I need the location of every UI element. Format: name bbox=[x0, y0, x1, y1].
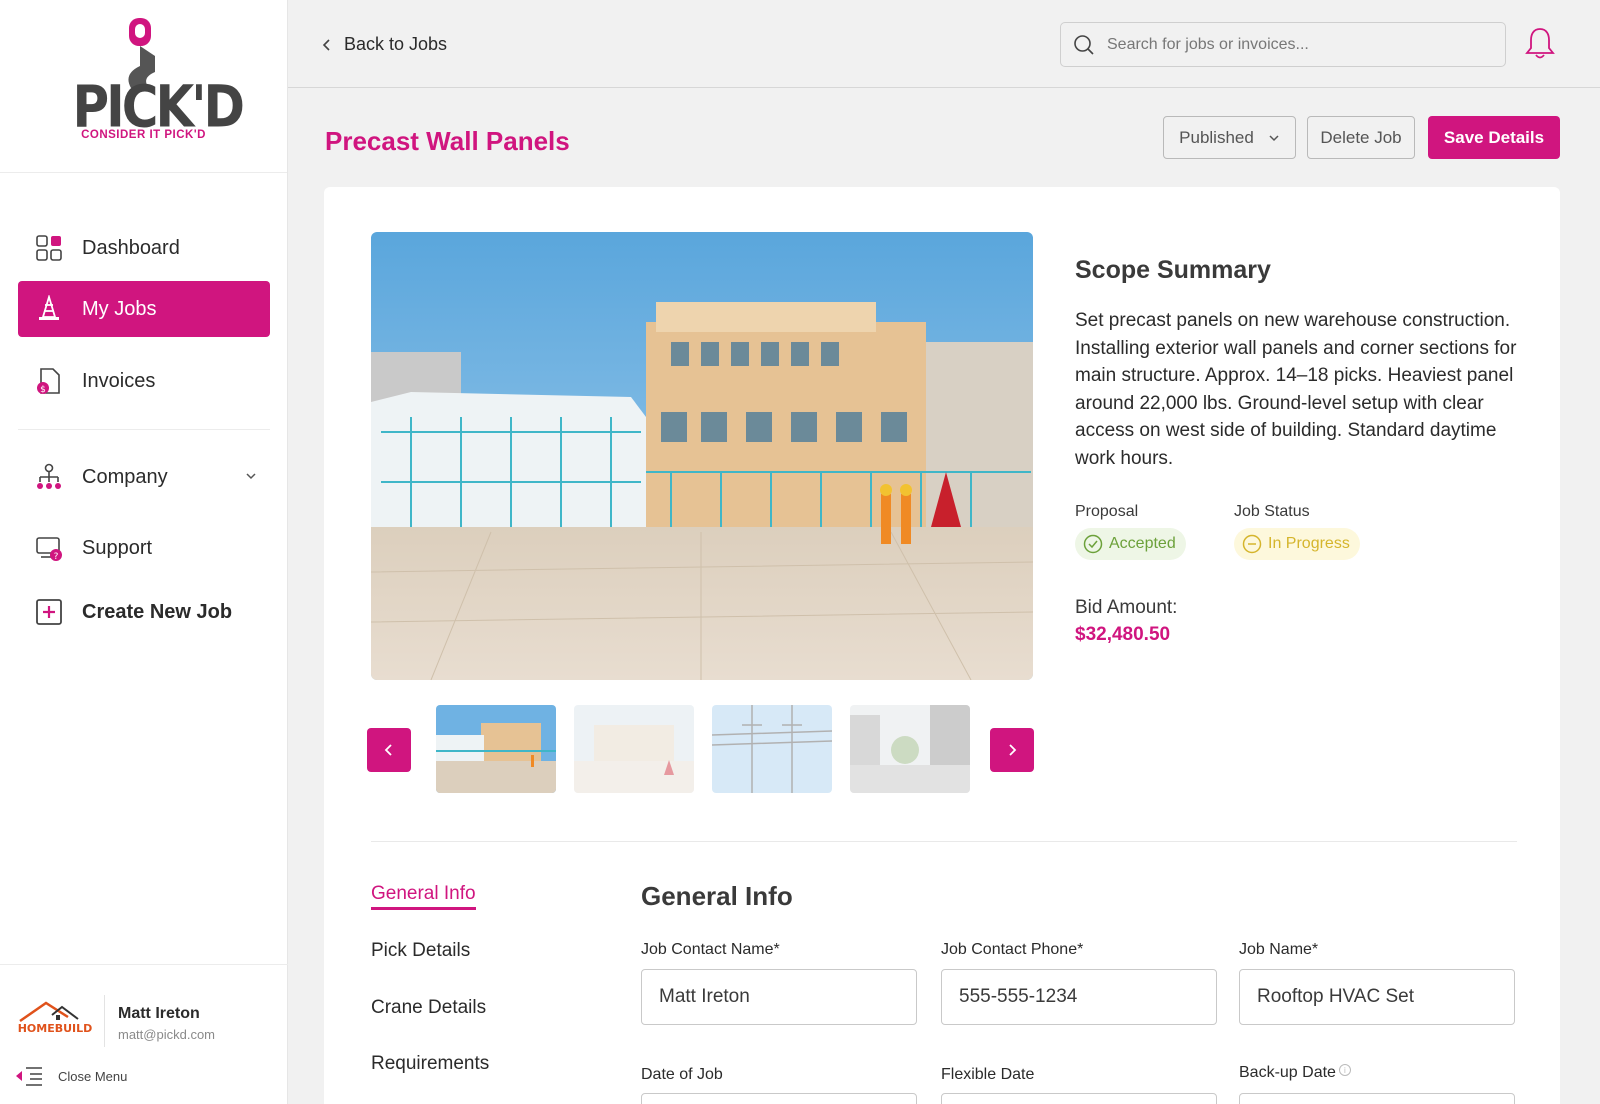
flexible-date-field[interactable] bbox=[941, 1093, 1217, 1104]
in-progress-icon bbox=[1242, 534, 1262, 554]
job-photo-main bbox=[371, 232, 1033, 680]
gallery-prev-button[interactable] bbox=[367, 728, 411, 772]
svg-text:$: $ bbox=[40, 385, 46, 395]
gallery-thumbnail[interactable] bbox=[574, 705, 694, 793]
chevron-down-icon[interactable] bbox=[244, 469, 258, 483]
flexible-date-label: Flexible Date bbox=[941, 1066, 1035, 1083]
chevron-left-icon bbox=[384, 744, 392, 756]
collapse-menu-icon bbox=[16, 1067, 42, 1086]
chevron-down-icon bbox=[1269, 134, 1279, 141]
chevron-left-icon bbox=[322, 38, 330, 51]
logo-tagline: CONSIDER IT PICK'D bbox=[81, 129, 206, 141]
job-contact-name-field[interactable] bbox=[641, 969, 917, 1025]
bid-amount-value: $32,480.50 bbox=[1075, 624, 1171, 645]
sidebar-item-dashboard[interactable]: Dashboard bbox=[18, 220, 270, 276]
proposal-label: Proposal bbox=[1075, 503, 1139, 520]
pickd-logo[interactable]: PICK'D CONSIDER IT PICK'D bbox=[69, 16, 245, 156]
general-info-title: General Info bbox=[641, 881, 793, 911]
backup-date-label-wrap: Back-up Date i bbox=[1239, 1064, 1351, 1082]
user-divider bbox=[104, 995, 105, 1047]
sidebar-item-create-new-job[interactable]: Create New Job bbox=[18, 584, 270, 640]
section-nav-crane-details[interactable]: Crane Details bbox=[371, 997, 486, 1019]
backup-date-field[interactable] bbox=[1239, 1093, 1515, 1104]
search-icon bbox=[1074, 34, 1094, 55]
save-details-button[interactable]: Save Details bbox=[1428, 116, 1560, 159]
publish-status-select[interactable]: Published bbox=[1163, 116, 1296, 159]
section-nav-pick-details[interactable]: Pick Details bbox=[371, 940, 470, 962]
user-name: Matt Ireton bbox=[118, 1005, 200, 1022]
sidebar-item-support[interactable]: ? Support bbox=[18, 520, 270, 576]
sidebar-item-label: Support bbox=[82, 536, 153, 559]
job-name-label: Job Name* bbox=[1239, 941, 1319, 958]
back-to-jobs-link[interactable]: Back to Jobs bbox=[322, 34, 447, 55]
job-contact-phone-field[interactable] bbox=[941, 969, 1217, 1025]
support-icon: ? bbox=[35, 534, 63, 562]
gallery-thumbnail[interactable] bbox=[436, 705, 556, 793]
top-bar: Back to Jobs bbox=[288, 0, 1600, 88]
dashboard-icon bbox=[35, 234, 63, 262]
sidebar-item-label: Create New Job bbox=[82, 600, 233, 623]
search-box[interactable] bbox=[1060, 22, 1506, 67]
info-icon[interactable]: i bbox=[1338, 1064, 1351, 1076]
gallery-thumbnail[interactable] bbox=[850, 705, 970, 793]
user-profile: HOMEBUILD Matt Ireton matt@pickd.com Clo… bbox=[0, 964, 288, 1104]
org-chart-icon bbox=[35, 463, 63, 491]
sidebar: PICK'D CONSIDER IT PICK'D Dashboard My J… bbox=[0, 0, 288, 1104]
job-contact-phone-label: Job Contact Phone* bbox=[941, 941, 1084, 958]
sidebar-divider bbox=[18, 429, 270, 430]
plus-square-icon bbox=[35, 598, 63, 626]
logo-area: PICK'D CONSIDER IT PICK'D bbox=[0, 0, 287, 173]
bid-amount-label: Bid Amount: bbox=[1075, 597, 1178, 618]
gallery-next-button[interactable] bbox=[990, 728, 1034, 772]
publish-status-value: Published bbox=[1179, 127, 1254, 147]
backup-date-label: Back-up Date bbox=[1239, 1064, 1336, 1081]
job-status-badge: In Progress bbox=[1234, 528, 1360, 560]
sidebar-item-company[interactable]: Company bbox=[18, 449, 270, 505]
page-title: Precast Wall Panels bbox=[325, 126, 570, 156]
user-email: matt@pickd.com bbox=[118, 1027, 215, 1042]
job-detail-card: Scope Summary Set precast panels on new … bbox=[324, 187, 1560, 1104]
close-menu-button[interactable]: Close Menu bbox=[16, 1065, 127, 1087]
scope-summary-text: Set precast panels on new warehouse cons… bbox=[1075, 310, 1517, 469]
sidebar-item-label: Invoices bbox=[82, 369, 156, 392]
check-circle-icon bbox=[1083, 534, 1103, 554]
section-nav-requirements[interactable]: Requirements bbox=[371, 1053, 489, 1075]
svg-text:HOMEBUILD: HOMEBUILD bbox=[18, 1022, 93, 1035]
sidebar-item-my-jobs[interactable]: My Jobs bbox=[18, 281, 270, 337]
proposal-status-badge: Accepted bbox=[1075, 528, 1186, 560]
date-of-job-field[interactable] bbox=[641, 1093, 917, 1104]
job-name-field[interactable] bbox=[1239, 969, 1515, 1025]
sidebar-item-label: Dashboard bbox=[82, 236, 180, 259]
gallery-thumbnail[interactable] bbox=[712, 705, 832, 793]
chevron-right-icon bbox=[1009, 744, 1017, 756]
sidebar-item-label: My Jobs bbox=[82, 297, 157, 320]
date-of-job-label: Date of Job bbox=[641, 1066, 723, 1083]
svg-text:?: ? bbox=[54, 552, 59, 562]
section-divider bbox=[371, 841, 1517, 842]
back-label: Back to Jobs bbox=[344, 34, 448, 54]
section-nav-general-info[interactable]: General Info bbox=[371, 883, 476, 910]
sidebar-item-invoices[interactable]: $ Invoices bbox=[18, 353, 270, 409]
proposal-status-text: Accepted bbox=[1109, 535, 1176, 552]
sidebar-item-label: Company bbox=[82, 465, 168, 488]
traffic-cone-icon bbox=[35, 295, 63, 323]
search-input[interactable] bbox=[1107, 35, 1467, 54]
job-status-text: In Progress bbox=[1268, 535, 1350, 552]
close-menu-label: Close Menu bbox=[58, 1068, 128, 1084]
scope-summary-title: Scope Summary bbox=[1075, 256, 1271, 284]
job-contact-name-label: Job Contact Name* bbox=[641, 941, 780, 958]
notifications-bell-icon[interactable] bbox=[1524, 26, 1556, 65]
invoice-icon: $ bbox=[35, 367, 63, 395]
delete-job-button[interactable]: Delete Job bbox=[1307, 116, 1415, 159]
job-status-label: Job Status bbox=[1234, 503, 1310, 520]
company-logo: HOMEBUILD bbox=[16, 997, 94, 1041]
